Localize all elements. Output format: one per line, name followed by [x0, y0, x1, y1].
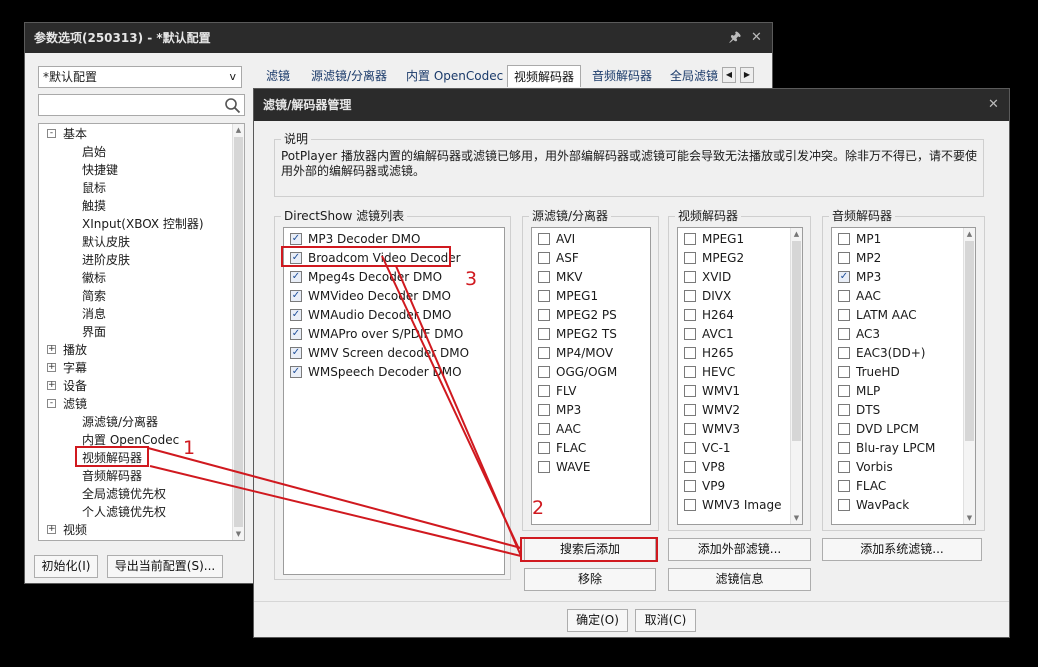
arrow-line-1	[147, 447, 522, 549]
step-2-label: 2	[532, 497, 545, 519]
arrow-line-2	[149, 465, 522, 557]
annotation-overlay	[147, 255, 522, 557]
highlight-broadcom	[281, 246, 451, 267]
arrow-line-4	[395, 265, 522, 557]
step-1-label: 1	[183, 437, 196, 459]
step-3-label: 3	[465, 268, 478, 290]
highlight-video-decoder	[75, 446, 149, 467]
highlight-search-add	[520, 537, 658, 562]
